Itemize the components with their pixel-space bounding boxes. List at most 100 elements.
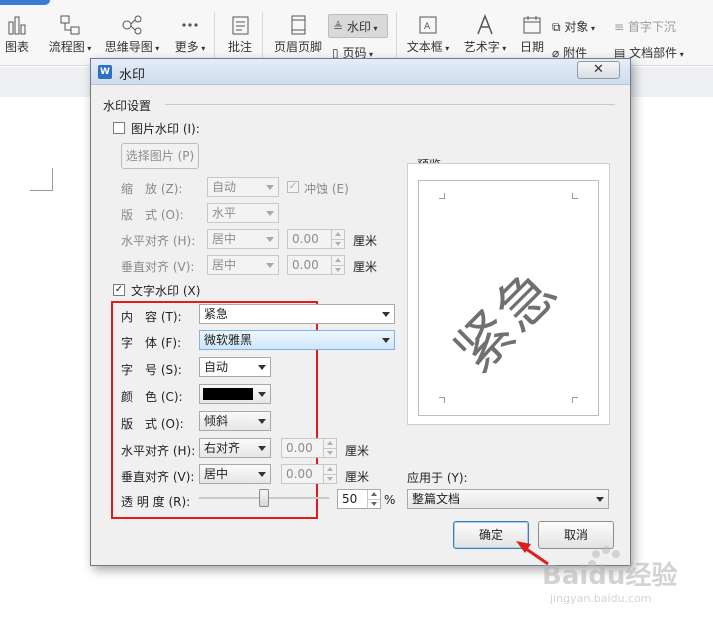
flowchart-label: 流程图: [48, 40, 85, 54]
content-combobox[interactable]: 紧急: [199, 304, 395, 324]
transparency-spinner[interactable]: 50: [337, 489, 381, 509]
text-valign-offset-value: 0.00: [286, 467, 313, 481]
wps-app-icon: W: [98, 65, 112, 79]
dialog-title: 水印: [119, 68, 146, 83]
chart-label: 图表: [4, 40, 29, 54]
spin-down-icon[interactable]: [331, 265, 344, 274]
annotation-button[interactable]: 批注: [224, 14, 256, 55]
spin-up-icon[interactable]: [331, 230, 344, 239]
ribbon-divider: [214, 12, 215, 58]
washout-label: 冲蚀 (E): [304, 182, 349, 196]
content-label: 内 容 (T):: [121, 310, 182, 324]
text-layout-value: 倾斜: [204, 414, 229, 428]
flowchart-icon: [60, 15, 80, 35]
textbox-button[interactable]: A 文本框 ▾: [402, 14, 454, 55]
size-value: 自动: [204, 360, 229, 374]
flowchart-button[interactable]: 流程图 ▾: [46, 14, 94, 55]
wordart-button[interactable]: 艺术字 ▾: [460, 14, 510, 55]
spin-down-icon[interactable]: [323, 474, 336, 483]
spin-down-icon[interactable]: [331, 239, 344, 248]
text-valign-label: 垂直对齐 (V):: [121, 470, 195, 484]
scale-label: 缩 放 (Z):: [121, 182, 183, 196]
close-button[interactable]: ✕: [577, 61, 620, 79]
calendar-icon: [523, 16, 541, 34]
header-footer-button[interactable]: 页眉页脚: [272, 14, 324, 55]
page-corner-mark: [52, 168, 53, 191]
unit-label: 厘米: [353, 234, 378, 248]
picture-halign-select[interactable]: 居中: [207, 229, 279, 249]
size-select[interactable]: 自动: [199, 357, 271, 377]
date-button[interactable]: 日期: [516, 14, 548, 55]
chevron-down-icon: [258, 392, 266, 397]
dropcap-label: 首字下沉: [627, 20, 676, 34]
chevron-down-icon: [266, 185, 274, 190]
group-label: 水印设置: [103, 99, 152, 113]
transparency-label: 透 明 度 (R):: [121, 495, 191, 509]
watermark-button[interactable]: ≜ 水印 ▾: [328, 14, 388, 38]
chevron-down-icon: [258, 472, 266, 477]
size-label: 字 号 (S):: [121, 363, 182, 377]
transparency-unit: %: [384, 493, 396, 507]
object-icon: ⧉: [552, 20, 561, 34]
spin-up-icon[interactable]: [367, 490, 380, 499]
picture-valign-offset[interactable]: 0.00: [287, 255, 345, 275]
object-button[interactable]: ⧉ 对象 ▾: [552, 18, 595, 35]
baidu-logo: Baidu经验 jingyan.baidu.com: [542, 546, 677, 605]
chevron-down-icon: [266, 237, 274, 242]
text-halign-offset-value: 0.00: [286, 441, 313, 455]
spin-up-icon[interactable]: [331, 256, 344, 265]
text-halign-offset[interactable]: 0.00: [281, 438, 337, 458]
object-label: 对象: [564, 20, 589, 34]
picture-halign-offset[interactable]: 0.00: [287, 229, 345, 249]
picture-watermark-checkbox[interactable]: [113, 122, 125, 134]
spin-up-icon[interactable]: [323, 465, 336, 474]
baidu-jingyan-watermark: Baidu经验 jingyan.baidu.com: [540, 538, 713, 620]
picture-layout-select[interactable]: 水平: [207, 203, 279, 223]
mindmap-button[interactable]: 思维导图 ▾: [102, 14, 162, 55]
color-select[interactable]: [199, 384, 271, 404]
font-label: 字 体 (F):: [121, 336, 182, 350]
picture-halign-value: 居中: [212, 232, 237, 246]
scale-value: 自动: [212, 180, 237, 194]
spin-down-icon[interactable]: [323, 448, 336, 457]
text-valign-offset[interactable]: 0.00: [281, 464, 337, 484]
group-divider: [165, 104, 615, 105]
picture-halign-label: 水平对齐 (H):: [121, 234, 196, 248]
header-footer-label: 页眉页脚: [273, 40, 322, 54]
ribbon-divider: [262, 12, 263, 58]
select-picture-button[interactable]: 选择图片 (P): [121, 143, 199, 169]
content-value: 紧急: [204, 307, 229, 321]
textbox-icon: A: [419, 16, 437, 34]
mindmap-icon: [122, 15, 142, 35]
annotation-label: 批注: [227, 40, 252, 54]
font-select[interactable]: 微软雅黑: [199, 330, 395, 350]
scale-select[interactable]: 自动: [207, 177, 279, 197]
more-button[interactable]: 更多 ▾: [172, 14, 208, 55]
color-label: 颜 色 (C):: [121, 390, 183, 404]
spin-up-icon[interactable]: [323, 439, 336, 448]
color-swatch: [203, 388, 253, 400]
spin-down-icon[interactable]: [367, 499, 380, 508]
text-layout-select[interactable]: 倾斜: [199, 411, 271, 431]
transparency-slider-thumb[interactable]: [259, 489, 269, 507]
text-valign-select[interactable]: 居中: [199, 464, 271, 484]
chevron-down-icon: [258, 365, 266, 370]
picture-valign-offset-value: 0.00: [292, 258, 319, 272]
text-valign-value: 居中: [204, 467, 229, 481]
text-watermark-checkbox[interactable]: ✓: [113, 284, 125, 296]
text-halign-select[interactable]: 右对齐: [199, 438, 271, 458]
dropcap-button[interactable]: ≡ 首字下沉: [614, 18, 676, 35]
dialog-titlebar: W 水印 ✕: [91, 59, 630, 85]
wordart-icon: [477, 14, 493, 35]
washout-checkbox[interactable]: ✓: [287, 181, 299, 193]
date-label: 日期: [519, 40, 544, 54]
brand-url: jingyan.baidu.com: [549, 592, 652, 605]
chart-button[interactable]: 图表: [2, 14, 32, 55]
unit-label: 厘米: [345, 470, 370, 484]
annotation-icon: [232, 16, 249, 35]
textbox-label: 文本框: [406, 40, 443, 54]
text-halign-label: 水平对齐 (H):: [121, 444, 196, 458]
unit-label: 厘米: [345, 444, 370, 458]
picture-valign-select[interactable]: 居中: [207, 255, 279, 275]
ribbon-toolbar: 图表 流程图 ▾ 思维导图 ▾ 更多 ▾ 批注 页眉页脚 ≜ 水印 ▾ ▯ 页码…: [0, 0, 713, 66]
